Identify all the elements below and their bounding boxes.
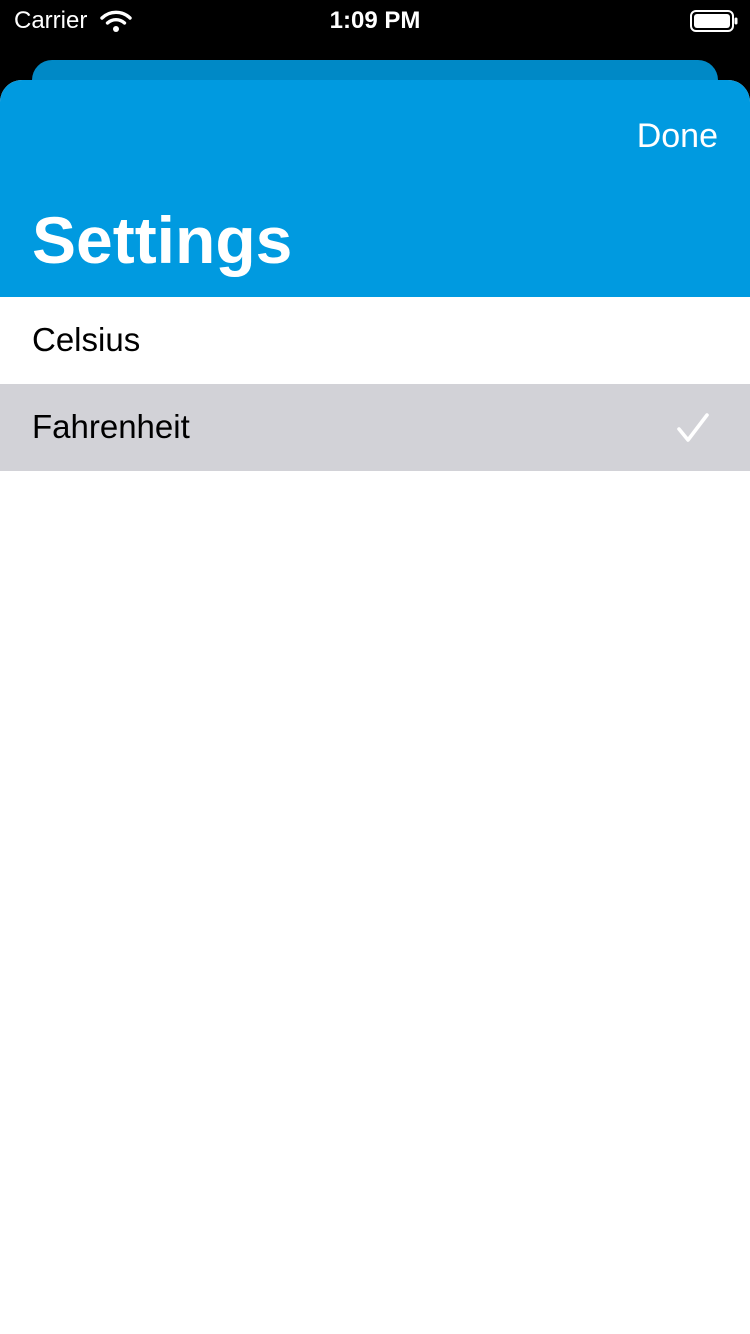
status-time: 1:09 PM: [329, 7, 421, 34]
status-bar: Carrier 1:09 PM: [0, 0, 750, 40]
settings-sheet: Done Settings Celsius Fahrenheit: [0, 80, 750, 1334]
list-item-celsius[interactable]: Celsius: [0, 297, 750, 384]
temperature-unit-list: Celsius Fahrenheit: [0, 297, 750, 471]
navigation-bar: Done Settings: [0, 80, 750, 297]
battery-icon: [690, 10, 738, 32]
checkmark-icon: [677, 413, 709, 442]
list-item-label: Fahrenheit: [32, 408, 190, 445]
list-item-label: Celsius: [32, 321, 141, 358]
list-item-fahrenheit[interactable]: Fahrenheit: [0, 384, 750, 471]
done-button[interactable]: Done: [637, 116, 718, 156]
page-title: Settings: [32, 203, 293, 277]
